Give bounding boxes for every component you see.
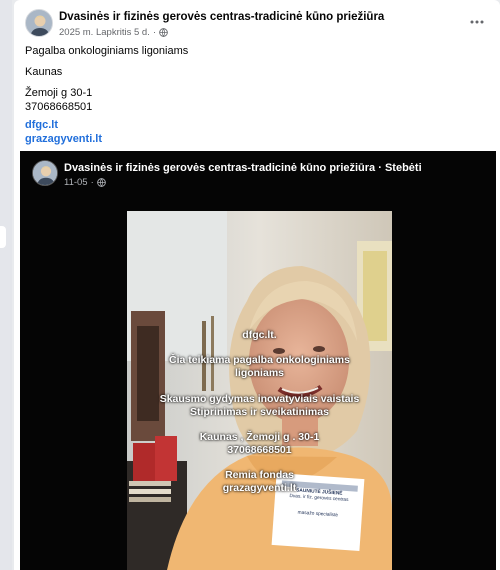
video-page-name[interactable]: Dvasinės ir fizinės gerovės centras-trad… <box>64 162 375 174</box>
more-options-button[interactable] <box>466 13 488 31</box>
video-page-name-row: Dvasinės ir fizinės gerovės centras-trad… <box>64 162 422 174</box>
post-meta: 2025 m. Lapkritis 5 d. · <box>59 27 168 38</box>
overlay-address: Kaunas , Žemoji g . 30-1 <box>199 431 320 443</box>
overlay-service-line1: Čia teikiama pagalba onkologiniams <box>169 354 350 366</box>
left-panel-notch <box>0 226 6 248</box>
video-meta: 11-05 · <box>64 177 106 188</box>
post-line-city: Kaunas <box>25 66 63 78</box>
more-options-icon <box>470 20 484 24</box>
overlay-service-line2: ligoniams <box>234 367 284 379</box>
globe-icon <box>159 28 168 37</box>
page-avatar[interactable] <box>25 9 53 37</box>
video-avatar-image <box>33 161 57 185</box>
post-line-service: Pagalba onkologiniams ligoniams <box>25 45 189 57</box>
overlay-therapy-line1: Skausmo gydymas inovatyviais vaistais <box>159 393 360 405</box>
video-page-avatar[interactable] <box>32 160 58 186</box>
post-timestamp[interactable]: 2025 m. Lapkritis 5 d. <box>59 27 150 38</box>
follow-button[interactable]: Stebėti <box>385 162 422 174</box>
name-badge: SAUNIUTĖ JUŠIENĖ Dvas. ir fiz. gerovės c… <box>275 476 361 546</box>
shared-video[interactable]: Dvasinės ir fizinės gerovės centras-trad… <box>20 151 496 570</box>
post-line-phone: 37068668501 <box>25 101 93 113</box>
overlay-phone: 37068668501 <box>227 444 292 456</box>
overlay-fund-line: Remia fondas <box>225 469 294 481</box>
video-frame[interactable]: dfgc.lt. Čia teikiama pagalba onkologini… <box>127 211 392 570</box>
video-separator: · <box>378 162 382 174</box>
post-card: Dvasinės ir fizinės gerovės centras-trad… <box>14 0 500 570</box>
overlay-therapy-line2: Stiprinimas ir sveikatinimas <box>190 406 329 418</box>
globe-icon <box>96 178 106 187</box>
overlay-site: dfgc.lt. <box>242 329 277 341</box>
left-panel-strip <box>0 0 12 570</box>
link-dfgc[interactable]: dfgc.lt <box>25 118 58 132</box>
meta-dot: · <box>152 27 156 38</box>
badge-role: masažo specialistė <box>297 510 339 519</box>
page-name[interactable]: Dvasinės ir fizinės gerovės centras-trad… <box>59 11 384 23</box>
post-line-address: Žemoji g 30-1 <box>25 87 93 99</box>
video-meta-dot: · <box>90 177 94 188</box>
link-grazagyventi[interactable]: grazagyventi.lt <box>25 132 102 146</box>
video-timestamp[interactable]: 11-05 <box>64 177 88 188</box>
avatar-image <box>26 10 52 36</box>
post-header: Dvasinės ir fizinės gerovės centras-trad… <box>25 9 492 41</box>
